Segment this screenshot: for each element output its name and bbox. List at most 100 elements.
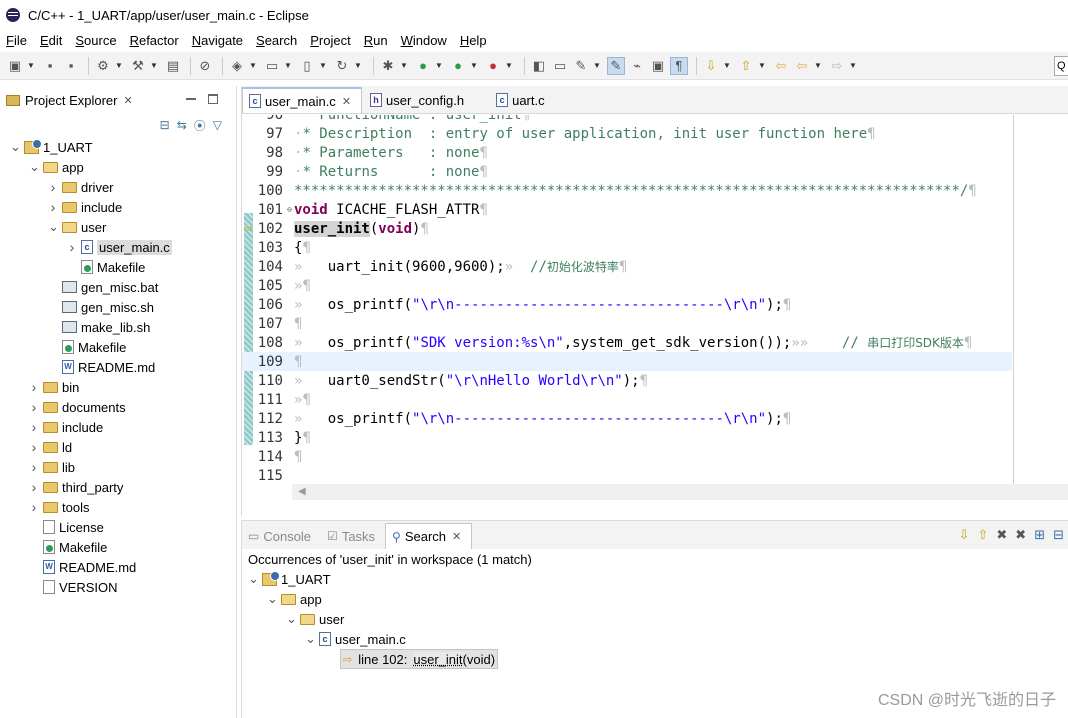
run-dropdown-icon[interactable]: ▼ <box>435 57 443 75</box>
tab-user-main-c[interactable]: c user_main.c ✕ <box>242 87 363 113</box>
new-class-icon[interactable]: ◈ <box>228 57 246 75</box>
save-all-icon[interactable]: ▪ <box>62 57 80 75</box>
code-line[interactable]: 100 *************************************… <box>242 181 1012 200</box>
quick-access-field[interactable]: Q <box>1054 56 1068 76</box>
previous-annotation-icon[interactable]: ⇧ <box>737 57 755 75</box>
code-line[interactable]: 105 »¶ <box>242 276 1012 295</box>
code-line[interactable]: 96 ·* FunctionName : user_init¶ <box>242 115 1012 124</box>
tree-item[interactable]: make_lib.sh <box>48 317 150 337</box>
tree-item[interactable]: › include <box>29 417 104 437</box>
next-annotation-icon[interactable]: ⇩ <box>702 57 720 75</box>
forward-dropdown-icon[interactable]: ▼ <box>849 57 857 75</box>
debug-icon[interactable]: ✱ <box>379 57 397 75</box>
debug-dropdown-icon[interactable]: ▼ <box>400 57 408 75</box>
code-line[interactable]: 97 ·* Description : entry of user applica… <box>242 124 1012 143</box>
filter-icon[interactable]: ⦿ <box>194 117 206 134</box>
chevron-down-icon[interactable]: ⌄ <box>29 160 40 173</box>
tree-item[interactable]: › lib <box>29 457 75 477</box>
toggle-highlight-icon[interactable]: ⌁ <box>628 57 646 75</box>
run-icon[interactable]: ● <box>414 57 432 75</box>
binary-icon[interactable]: ▤ <box>164 57 182 75</box>
save-icon[interactable]: ▪ <box>41 57 59 75</box>
code-line[interactable]: 98 ·* Parameters : none¶ <box>242 143 1012 162</box>
code-line[interactable]: 112 » os_printf("\r\n--------------------… <box>242 409 1012 428</box>
build-hammer-icon[interactable]: ⚒ <box>129 57 147 75</box>
menu-help[interactable]: Help <box>460 33 487 48</box>
code-line[interactable]: 109 ¶ <box>242 352 1012 371</box>
remove-match-icon[interactable]: ✖ <box>996 527 1007 543</box>
run-config-icon[interactable]: ● <box>449 57 467 75</box>
back-dropdown-icon[interactable]: ▼ <box>814 57 822 75</box>
skip-breakpoints-icon[interactable]: ⊘ <box>196 57 214 75</box>
back-icon[interactable]: ⇦ <box>793 57 811 75</box>
tab-user-config-h[interactable]: h user_config.h <box>364 87 474 113</box>
collapse-all-icon[interactable]: ⊟ <box>160 118 170 132</box>
tree-item[interactable]: › tools <box>29 497 90 517</box>
close-icon[interactable]: ✕ <box>342 95 351 108</box>
next-annotation-dropdown-icon[interactable]: ▼ <box>723 57 731 75</box>
chevron-right-icon[interactable]: › <box>29 479 39 495</box>
chevron-right-icon[interactable]: › <box>67 239 77 255</box>
previous-match-icon[interactable]: ⇧ <box>977 527 988 543</box>
link-with-editor-icon[interactable]: ⇆ <box>177 118 187 132</box>
tree-item[interactable]: › c user_main.c <box>67 237 172 257</box>
remove-all-matches-icon[interactable]: ✖ <box>1015 527 1026 543</box>
tree-item[interactable]: gen_misc.sh <box>48 297 154 317</box>
chevron-down-icon[interactable]: ⌄ <box>305 632 316 645</box>
maximize-icon[interactable] <box>208 94 218 104</box>
refresh-icon[interactable]: ↻ <box>333 57 351 75</box>
close-icon[interactable]: ✕ <box>452 530 461 543</box>
tab-search[interactable]: ⚲ Search ✕ <box>385 523 473 549</box>
tree-item[interactable]: › third_party <box>29 477 124 497</box>
expand-all-icon[interactable]: ⊞ <box>1034 527 1045 543</box>
code-line[interactable]: 103 {¶ <box>242 238 1012 257</box>
chevron-right-icon[interactable]: › <box>29 459 39 475</box>
chevron-right-icon[interactable]: › <box>29 499 39 515</box>
new-icon[interactable]: ▣ <box>6 57 24 75</box>
chevron-down-icon[interactable]: ⌄ <box>248 572 259 585</box>
minimize-icon[interactable] <box>186 94 196 100</box>
tab-tasks[interactable]: ☑ Tasks <box>321 523 385 549</box>
code-line[interactable]: 101 ⊖ void ICACHE_FLASH_ATTR¶ <box>242 200 1012 219</box>
search-result-item[interactable]: ⌄ user <box>286 609 344 629</box>
tree-item[interactable]: › bin <box>29 377 80 397</box>
menu-source[interactable]: Source <box>75 33 116 48</box>
menu-search[interactable]: Search <box>256 33 297 48</box>
chevron-down-icon[interactable]: ⌄ <box>48 220 59 233</box>
chevron-right-icon[interactable]: › <box>48 179 58 195</box>
mark-occurrences-icon[interactable]: ✎ <box>607 56 625 75</box>
tree-item[interactable]: › driver <box>48 177 114 197</box>
code-editor[interactable]: ◀ 96 ·* FunctionName : user_init¶ 97 ·* Des… <box>242 115 1068 500</box>
collapse-all-icon[interactable]: ⊟ <box>1053 527 1064 543</box>
code-line[interactable]: 99 ·* Returns : none¶ <box>242 162 1012 181</box>
menu-project[interactable]: Project <box>310 33 350 48</box>
tree-item[interactable]: ⌄ app <box>29 157 84 177</box>
code-line[interactable]: 113}¶ <box>242 428 1012 447</box>
new-dropdown-icon[interactable]: ▼ <box>27 57 35 75</box>
chevron-right-icon[interactable]: › <box>29 419 39 435</box>
forward-icon[interactable]: ⇨ <box>828 57 846 75</box>
open-type-icon[interactable]: ◧ <box>530 57 548 75</box>
new-file-icon[interactable]: ▯ <box>298 57 316 75</box>
external-tools-icon[interactable]: ● <box>484 57 502 75</box>
last-edit-location-icon[interactable]: ⇦ <box>772 57 790 75</box>
menu-navigate[interactable]: Navigate <box>192 33 243 48</box>
code-line[interactable]: 102 user_init(void)¶ <box>242 219 1012 238</box>
menu-refactor[interactable]: Refactor <box>130 33 179 48</box>
tree-item[interactable]: › ld <box>29 437 72 457</box>
previous-annotation-dropdown-icon[interactable]: ▼ <box>758 57 766 75</box>
code-line[interactable]: 108 » os_printf("SDK version:%s\n",system… <box>242 333 1012 352</box>
tree-item[interactable]: ⌄ 1_UART <box>10 137 93 157</box>
search-toolbar-icon[interactable]: ✎ <box>572 57 590 75</box>
tree-item[interactable]: › documents <box>29 397 126 417</box>
code-line[interactable]: 107 ¶ <box>242 314 1012 333</box>
search-result-item[interactable]: ⌄ c user_main.c <box>305 629 406 649</box>
new-folder-dropdown-icon[interactable]: ▼ <box>284 57 292 75</box>
tree-item[interactable]: License <box>29 517 104 537</box>
block-selection-icon[interactable]: ▣ <box>649 57 667 75</box>
build-dropdown-icon[interactable]: ▼ <box>150 57 158 75</box>
code-line[interactable]: 114 ¶ <box>242 447 1012 466</box>
new-class-dropdown-icon[interactable]: ▼ <box>249 57 257 75</box>
build-settings-icon[interactable]: ⚙ <box>94 57 112 75</box>
chevron-right-icon[interactable]: › <box>29 379 39 395</box>
